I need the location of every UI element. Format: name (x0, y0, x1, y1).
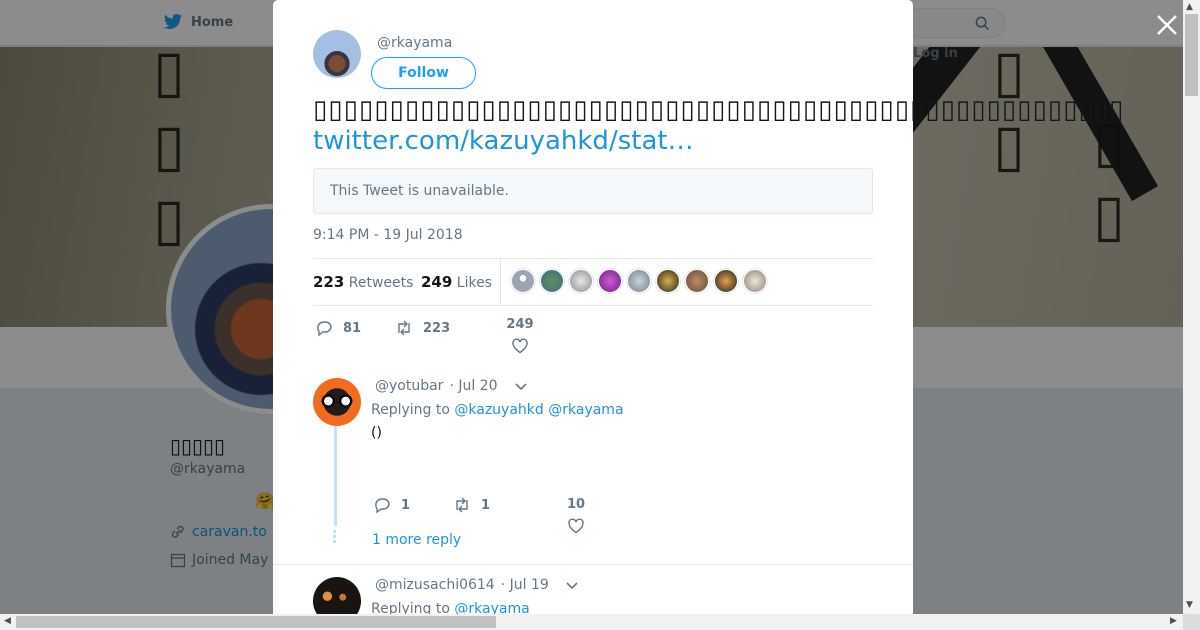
scrollbar-corner (1183, 614, 1200, 630)
retweet-count: 223 (423, 320, 451, 336)
heart-icon (568, 518, 584, 534)
scroll-left-arrow-icon[interactable]: ◀ (4, 616, 11, 626)
retweet-icon (398, 320, 410, 336)
reply-handle[interactable]: @mizusachi0614 (375, 577, 495, 593)
reply-divider (273, 564, 913, 565)
quoted-tweet-unavailable: This Tweet is unavailable. (313, 168, 873, 214)
retweets-label: Retweets (348, 275, 414, 291)
horizontal-scroll-thumb[interactable] (16, 616, 496, 628)
tweet-link[interactable]: twitter.com/kazuyahkd/stat… (313, 125, 694, 157)
replying-to-link[interactable]: @kazuyahkd (454, 402, 543, 418)
replying-to: Replying to @kazuyahkd @rkayama (371, 402, 624, 418)
tweet-actions: 81 223 249 (313, 317, 873, 363)
reply-button[interactable]: 1 (373, 496, 410, 514)
liker-avatar[interactable] (656, 269, 680, 293)
like-count: 249 (506, 317, 534, 332)
horizontal-scrollbar[interactable]: ◀ ▶ (0, 614, 1183, 630)
scroll-down-arrow-icon[interactable]: ▼ (1186, 600, 1193, 610)
tweet-modal: @rkayama Follow ▯▯▯▯▯▯▯▯▯▯▯▯▯▯▯▯▯▯▯▯▯▯▯▯… (273, 0, 1123, 625)
likes-count: 249 (421, 273, 453, 291)
chevron-down-icon[interactable] (565, 578, 579, 592)
close-button[interactable] (1154, 12, 1180, 38)
author-handle[interactable]: @rkayama (377, 35, 452, 51)
scroll-right-arrow-icon[interactable]: ▶ (1170, 616, 1177, 626)
retweet-count: 1 (481, 497, 491, 513)
reply-avatar[interactable] (313, 378, 361, 426)
likes-stat[interactable]: 249 Likes (421, 273, 492, 291)
close-icon (1157, 15, 1177, 35)
follow-button[interactable]: Follow (371, 57, 476, 89)
reply-icon (317, 321, 332, 337)
retweet-button[interactable]: 223 (395, 319, 450, 337)
heart-icon (512, 338, 528, 354)
liker-avatar[interactable] (540, 269, 564, 293)
liker-avatar[interactable] (598, 269, 622, 293)
more-replies-link[interactable]: 1 more reply (372, 532, 461, 548)
likers-avatars (511, 269, 767, 293)
reply-header: @mizusachi0614 · Jul 19 (375, 577, 579, 593)
reply-button[interactable]: 81 (315, 319, 361, 337)
likes-label: Likes (456, 275, 492, 291)
retweets-stat[interactable]: 223 Retweets (313, 273, 413, 291)
like-button[interactable]: 249 (502, 317, 538, 359)
reply-text: () (371, 425, 382, 441)
reply-header: @yotubar · Jul 20 (375, 378, 528, 394)
reply-handle[interactable]: @yotubar (375, 378, 443, 394)
liker-avatar[interactable] (685, 269, 709, 293)
reply-date[interactable]: · Jul 20 (449, 378, 497, 394)
author-avatar[interactable] (313, 30, 361, 78)
reply-count: 81 (343, 320, 362, 336)
like-count: 10 (566, 497, 586, 512)
liker-avatar[interactable] (627, 269, 651, 293)
vertical-scrollbar[interactable]: ▲ ▼ (1183, 0, 1200, 614)
liker-avatar[interactable] (714, 269, 738, 293)
liker-avatar[interactable] (511, 269, 535, 293)
liker-avatar[interactable] (743, 269, 767, 293)
tweet-timestamp[interactable]: 9:14 PM - 19 Jul 2018 (313, 227, 463, 243)
liker-avatar[interactable] (569, 269, 593, 293)
like-button[interactable]: 10 (558, 497, 594, 539)
retweets-count: 223 (313, 273, 345, 291)
scroll-up-arrow-icon[interactable]: ▲ (1186, 2, 1193, 12)
stats-divider (500, 259, 501, 305)
chevron-down-icon[interactable] (514, 379, 528, 393)
thread-dots (333, 530, 336, 544)
replying-prefix: Replying to (371, 402, 450, 418)
retweet-icon (456, 497, 468, 513)
vertical-scroll-thumb[interactable] (1185, 14, 1198, 96)
reply-date[interactable]: · Jul 19 (501, 577, 549, 593)
reply-count: 1 (401, 497, 411, 513)
reply-icon (375, 498, 390, 514)
thread-line (334, 426, 337, 526)
replying-to-link[interactable]: @rkayama (548, 402, 623, 418)
tweet-stats: 223 Retweets 249 Likes (313, 258, 873, 306)
retweet-button[interactable]: 1 (453, 496, 490, 514)
tweet-text: ▯▯▯▯▯▯▯▯▯▯▯▯▯▯▯▯▯▯▯▯▯▯▯▯▯▯▯▯▯▯▯▯▯▯▯▯▯▯▯▯… (313, 95, 1125, 125)
